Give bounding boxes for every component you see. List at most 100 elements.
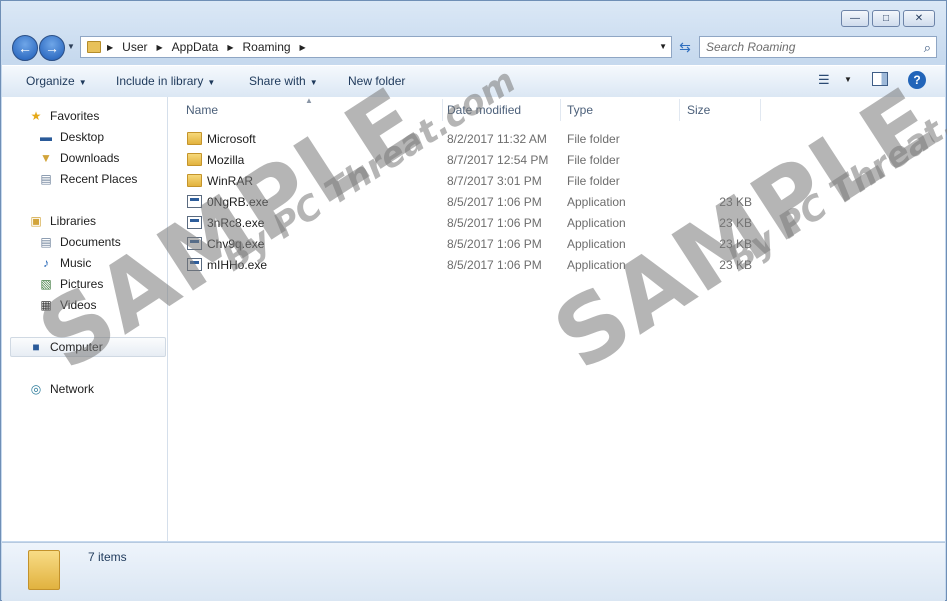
file-date: 8/7/2017 3:01 PM bbox=[447, 174, 542, 188]
column-divider[interactable] bbox=[760, 99, 761, 121]
file-type: Application bbox=[567, 237, 626, 251]
file-name: WinRAR bbox=[207, 174, 254, 188]
sidebar-item-favorites[interactable]: ★ Favorites bbox=[28, 107, 100, 125]
file-row[interactable]: Chv9q.exe 8/5/2017 1:06 PM Application 2… bbox=[168, 233, 945, 254]
downloads-icon: ▼ bbox=[40, 151, 52, 165]
file-name: Microsoft bbox=[207, 132, 256, 146]
search-placeholder: Search Roaming bbox=[706, 40, 796, 54]
file-name: 3nRc8.exe bbox=[207, 216, 265, 230]
view-options-icon[interactable]: ☰ bbox=[818, 72, 830, 88]
column-divider[interactable] bbox=[560, 99, 561, 121]
file-size: 23 KB bbox=[719, 216, 752, 230]
sidebar-label: Videos bbox=[60, 298, 97, 312]
sidebar-label: Libraries bbox=[50, 214, 97, 228]
breadcrumb-arrow-icon[interactable]: ▶ bbox=[227, 43, 233, 52]
maximize-button[interactable]: □ bbox=[872, 10, 900, 27]
column-divider[interactable] bbox=[679, 99, 680, 121]
include-in-library-button[interactable]: Include in library ▼ bbox=[116, 74, 215, 88]
close-button[interactable]: ✕ bbox=[903, 10, 935, 27]
file-row[interactable]: Mozilla 8/7/2017 12:54 PM File folder bbox=[168, 149, 945, 170]
sidebar-item-network[interactable]: ◎ Network bbox=[28, 380, 94, 398]
column-headers: ▲ Name Date modified Type Size bbox=[168, 96, 945, 121]
file-type: File folder bbox=[567, 174, 620, 188]
sort-ascending-icon: ▲ bbox=[305, 96, 313, 105]
minimize-button[interactable]: ― bbox=[841, 10, 869, 27]
sidebar-item-libraries[interactable]: ▣ Libraries bbox=[28, 212, 96, 230]
folder-icon bbox=[87, 41, 101, 53]
new-folder-label: New folder bbox=[348, 74, 406, 88]
sidebar-label: Favorites bbox=[50, 109, 100, 123]
command-bar: Organize ▼ Include in library ▼ Share with… bbox=[2, 65, 945, 98]
music-icon: ♪ bbox=[43, 256, 49, 270]
sidebar-item-recent-places[interactable]: ▤ Recent Places bbox=[38, 170, 137, 188]
recent-places-icon: ▤ bbox=[40, 172, 52, 186]
breadcrumb-roaming[interactable]: Roaming bbox=[243, 40, 291, 54]
sidebar-item-documents[interactable]: ▤ Documents bbox=[38, 233, 120, 251]
forward-button[interactable]: → bbox=[39, 35, 65, 61]
breadcrumb-arrow-icon[interactable]: ▶ bbox=[300, 43, 306, 52]
file-list: ▲ Name Date modified Type Size Microsoft… bbox=[168, 96, 945, 541]
sidebar-item-downloads[interactable]: ▼ Downloads bbox=[38, 149, 119, 167]
sidebar-label: Downloads bbox=[60, 151, 120, 165]
address-dropdown-icon[interactable]: ▼ bbox=[659, 42, 667, 51]
file-date: 8/5/2017 1:06 PM bbox=[447, 237, 542, 251]
chevron-down-icon: ▼ bbox=[309, 78, 318, 87]
sidebar-label: Music bbox=[60, 256, 92, 270]
file-type: File folder bbox=[567, 132, 620, 146]
breadcrumb-arrow-icon[interactable]: ▶ bbox=[107, 43, 113, 52]
file-name: mIHHo.exe bbox=[207, 258, 268, 272]
sidebar-item-desktop[interactable]: ▬ Desktop bbox=[38, 128, 104, 146]
new-folder-button[interactable]: New folder bbox=[348, 74, 405, 88]
maximize-icon: □ bbox=[882, 13, 890, 24]
file-name: Mozilla bbox=[207, 153, 245, 167]
column-header-name[interactable]: Name bbox=[186, 103, 218, 117]
column-divider[interactable] bbox=[442, 99, 443, 121]
back-button[interactable]: ← bbox=[12, 35, 38, 61]
file-row[interactable]: WinRAR 8/7/2017 3:01 PM File folder bbox=[168, 170, 945, 191]
file-row[interactable]: mIHHo.exe 8/5/2017 1:06 PM Application 2… bbox=[168, 254, 945, 275]
sidebar-label: Recent Places bbox=[60, 172, 138, 186]
folder-icon bbox=[28, 550, 60, 590]
breadcrumb-arrow-icon[interactable]: ▶ bbox=[157, 43, 163, 52]
file-size: 23 KB bbox=[719, 237, 752, 251]
address-bar[interactable]: ▶ User ▶ AppData ▶ Roaming ▶ ▼ bbox=[80, 36, 672, 58]
file-type: Application bbox=[567, 258, 626, 272]
star-icon: ★ bbox=[30, 109, 42, 123]
help-icon[interactable]: ? bbox=[908, 71, 926, 89]
file-date: 8/5/2017 1:06 PM bbox=[447, 195, 542, 209]
preview-pane-icon[interactable] bbox=[872, 72, 888, 86]
breadcrumb-appdata[interactable]: AppData bbox=[172, 40, 219, 54]
desktop-icon: ▬ bbox=[40, 130, 52, 144]
file-row[interactable]: Microsoft 8/2/2017 11:32 AM File folder bbox=[168, 128, 945, 149]
column-header-type[interactable]: Type bbox=[567, 103, 593, 117]
sidebar-label: Pictures bbox=[60, 277, 104, 291]
forward-arrow-icon: → bbox=[45, 40, 59, 56]
application-icon bbox=[187, 216, 202, 229]
file-row[interactable]: 3nRc8.exe 8/5/2017 1:06 PM Application 2… bbox=[168, 212, 945, 233]
search-icon[interactable]: ⌕ bbox=[924, 40, 931, 56]
computer-icon: ■ bbox=[32, 340, 40, 354]
share-with-label: Share with bbox=[249, 74, 306, 88]
folder-icon bbox=[187, 132, 202, 145]
sidebar-item-pictures[interactable]: ▧ Pictures bbox=[38, 275, 103, 293]
sidebar-item-computer[interactable]: ■ Computer bbox=[28, 338, 102, 356]
recent-pages-button[interactable]: ▼ bbox=[67, 42, 75, 51]
sidebar-item-videos[interactable]: ▦ Videos bbox=[38, 296, 96, 314]
sidebar-item-music[interactable]: ♪ Music bbox=[38, 254, 91, 272]
file-date: 8/5/2017 1:06 PM bbox=[447, 258, 542, 272]
column-header-date-modified[interactable]: Date modified bbox=[447, 103, 521, 117]
libraries-icon: ▣ bbox=[30, 214, 42, 228]
search-input[interactable]: Search Roaming ⌕ bbox=[699, 36, 937, 58]
refresh-button[interactable]: ⇆ bbox=[674, 36, 696, 58]
share-with-button[interactable]: Share with ▼ bbox=[249, 74, 318, 88]
file-date: 8/2/2017 11:32 AM bbox=[447, 132, 547, 146]
file-date: 8/5/2017 1:06 PM bbox=[447, 216, 542, 230]
file-size: 23 KB bbox=[719, 195, 752, 209]
breadcrumb-user[interactable]: User bbox=[122, 40, 147, 54]
chevron-down-icon[interactable]: ▼ bbox=[844, 75, 852, 84]
file-row[interactable]: 0NgRB.exe 8/5/2017 1:06 PM Application 2… bbox=[168, 191, 945, 212]
file-size: 23 KB bbox=[719, 258, 752, 272]
organize-button[interactable]: Organize ▼ bbox=[26, 74, 87, 88]
column-header-size[interactable]: Size bbox=[687, 103, 710, 117]
caption-buttons: ― □ ✕ bbox=[841, 10, 935, 27]
